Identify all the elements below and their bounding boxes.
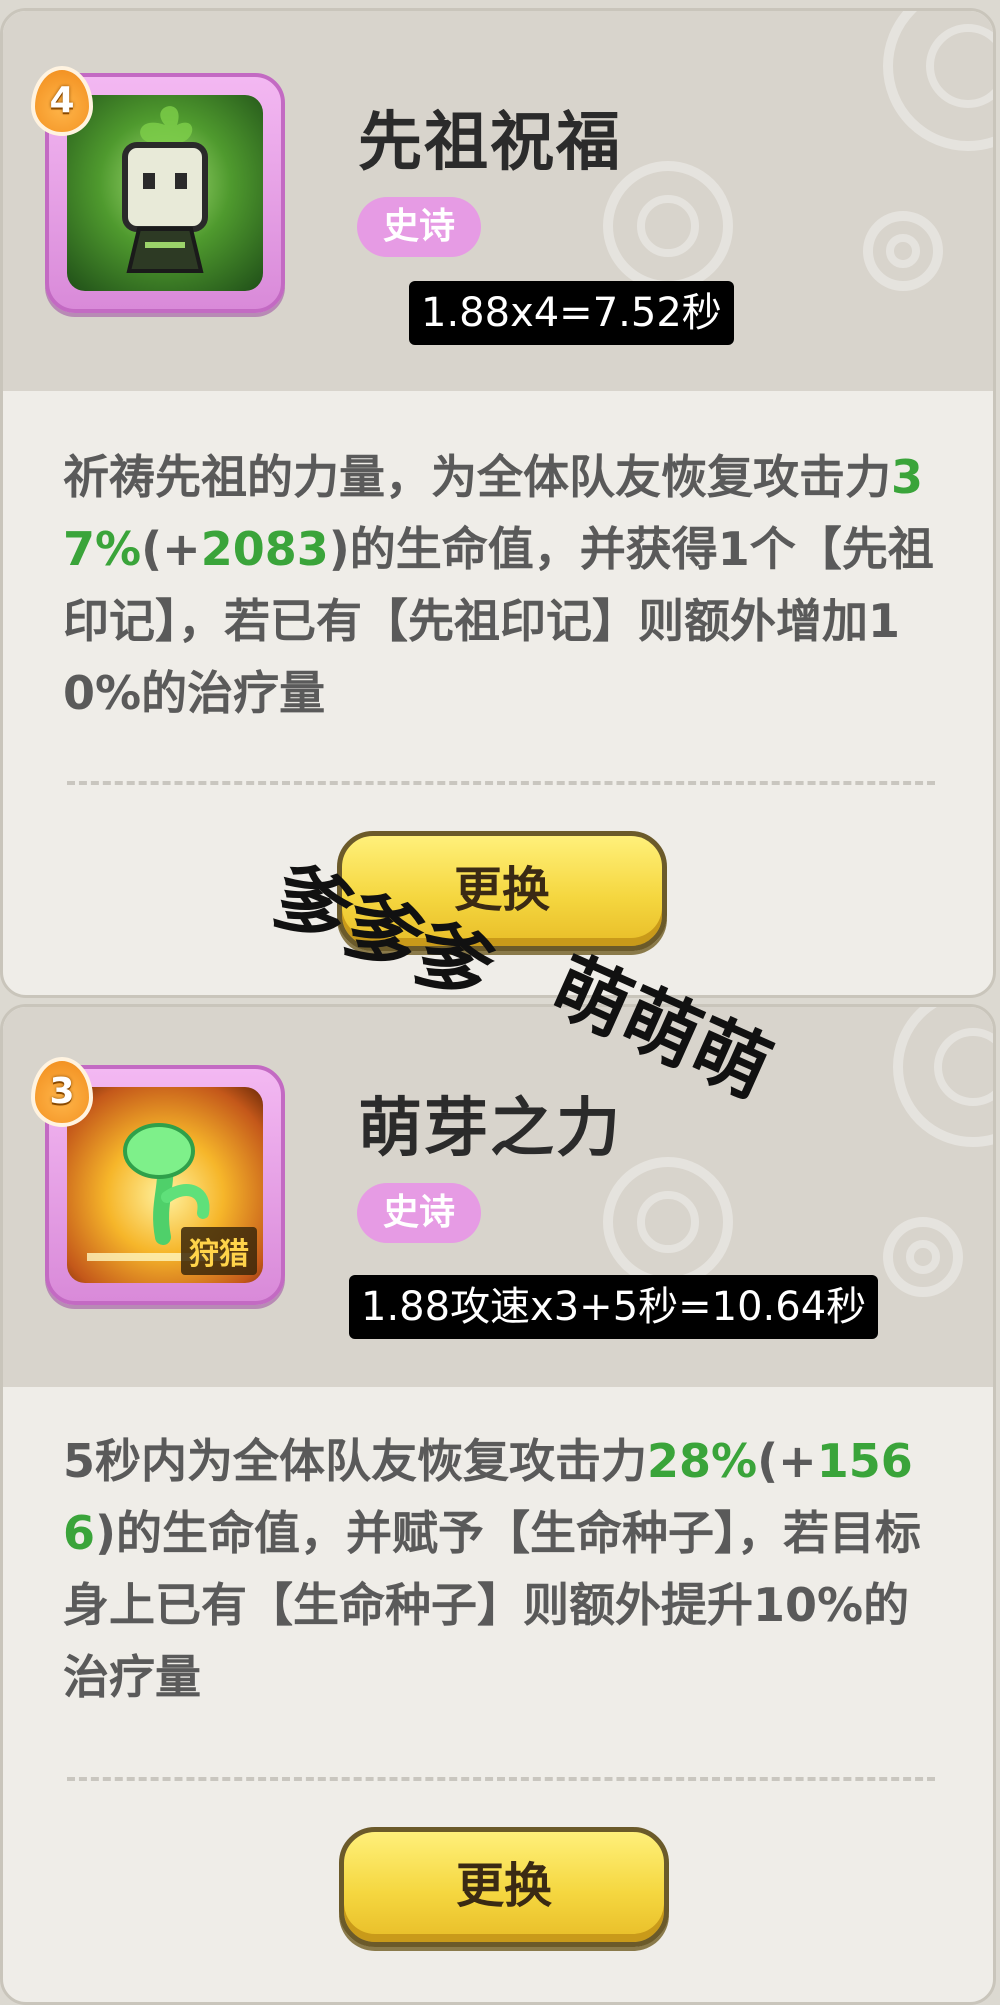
divider xyxy=(67,781,935,785)
skill-card-2: 狩猎 3 萌芽之力 史诗 1.88攻速x3+5秒=10.64秒 5秒内为全体队友… xyxy=(0,1004,996,2005)
desc-text: )的生命值，并赋予【生命种子】，若目标身上已有【生命种子】则额外提升10%的治疗… xyxy=(63,1506,922,1704)
skill-title: 萌芽之力 xyxy=(358,1092,622,1166)
skill-title: 先祖祝福 xyxy=(358,106,622,180)
desc-text: (+ xyxy=(141,522,201,576)
desc-text: 5秒内为全体队友恢复攻击力 xyxy=(63,1434,648,1488)
rarity-badge: 史诗 xyxy=(357,1183,482,1243)
rarity-badge: 史诗 xyxy=(357,197,482,257)
hunt-tag: 狩猎 xyxy=(181,1227,257,1275)
cooldown-formula-label: 1.88攻速x3+5秒=10.64秒 xyxy=(349,1275,879,1339)
desc-text: 祈祷先祖的力量，为全体队友恢复攻击力 xyxy=(63,450,891,504)
desc-percent: 28% xyxy=(647,1434,758,1488)
swirl-decor xyxy=(893,1007,993,1147)
skill-description: 祈祷先祖的力量，为全体队友恢复攻击力37%(+2083)的生命值，并获得1个【先… xyxy=(63,441,943,729)
cooldown-formula-label: 1.88x4=7.52秒 xyxy=(409,281,734,345)
swirl-decor xyxy=(863,211,943,291)
skill-description: 5秒内为全体队友恢复攻击力28%(+1566)的生命值，并赋予【生命种子】，若目… xyxy=(63,1425,943,1713)
divider xyxy=(67,1777,935,1781)
swirl-decor xyxy=(603,161,733,291)
swirl-decor xyxy=(603,1157,733,1287)
ancestor-spirit-icon-art xyxy=(122,106,208,273)
desc-value: 2083 xyxy=(200,522,329,576)
swirl-decor xyxy=(883,11,993,151)
desc-text: (+ xyxy=(757,1434,817,1488)
ancestor-spirit-icon xyxy=(67,95,263,291)
replace-button[interactable]: 更换 xyxy=(339,1827,669,1947)
skill-choice-screen: 4 先祖祝福 史诗 1.88x4=7.52秒 祈祷先祖的力量，为全体队友恢复攻击… xyxy=(0,0,1000,2005)
skill-card-1: 4 先祖祝福 史诗 1.88x4=7.52秒 祈祷先祖的力量，为全体队友恢复攻击… xyxy=(0,8,996,998)
swirl-decor xyxy=(883,1217,963,1297)
sprout-icon: 狩猎 xyxy=(67,1087,263,1283)
